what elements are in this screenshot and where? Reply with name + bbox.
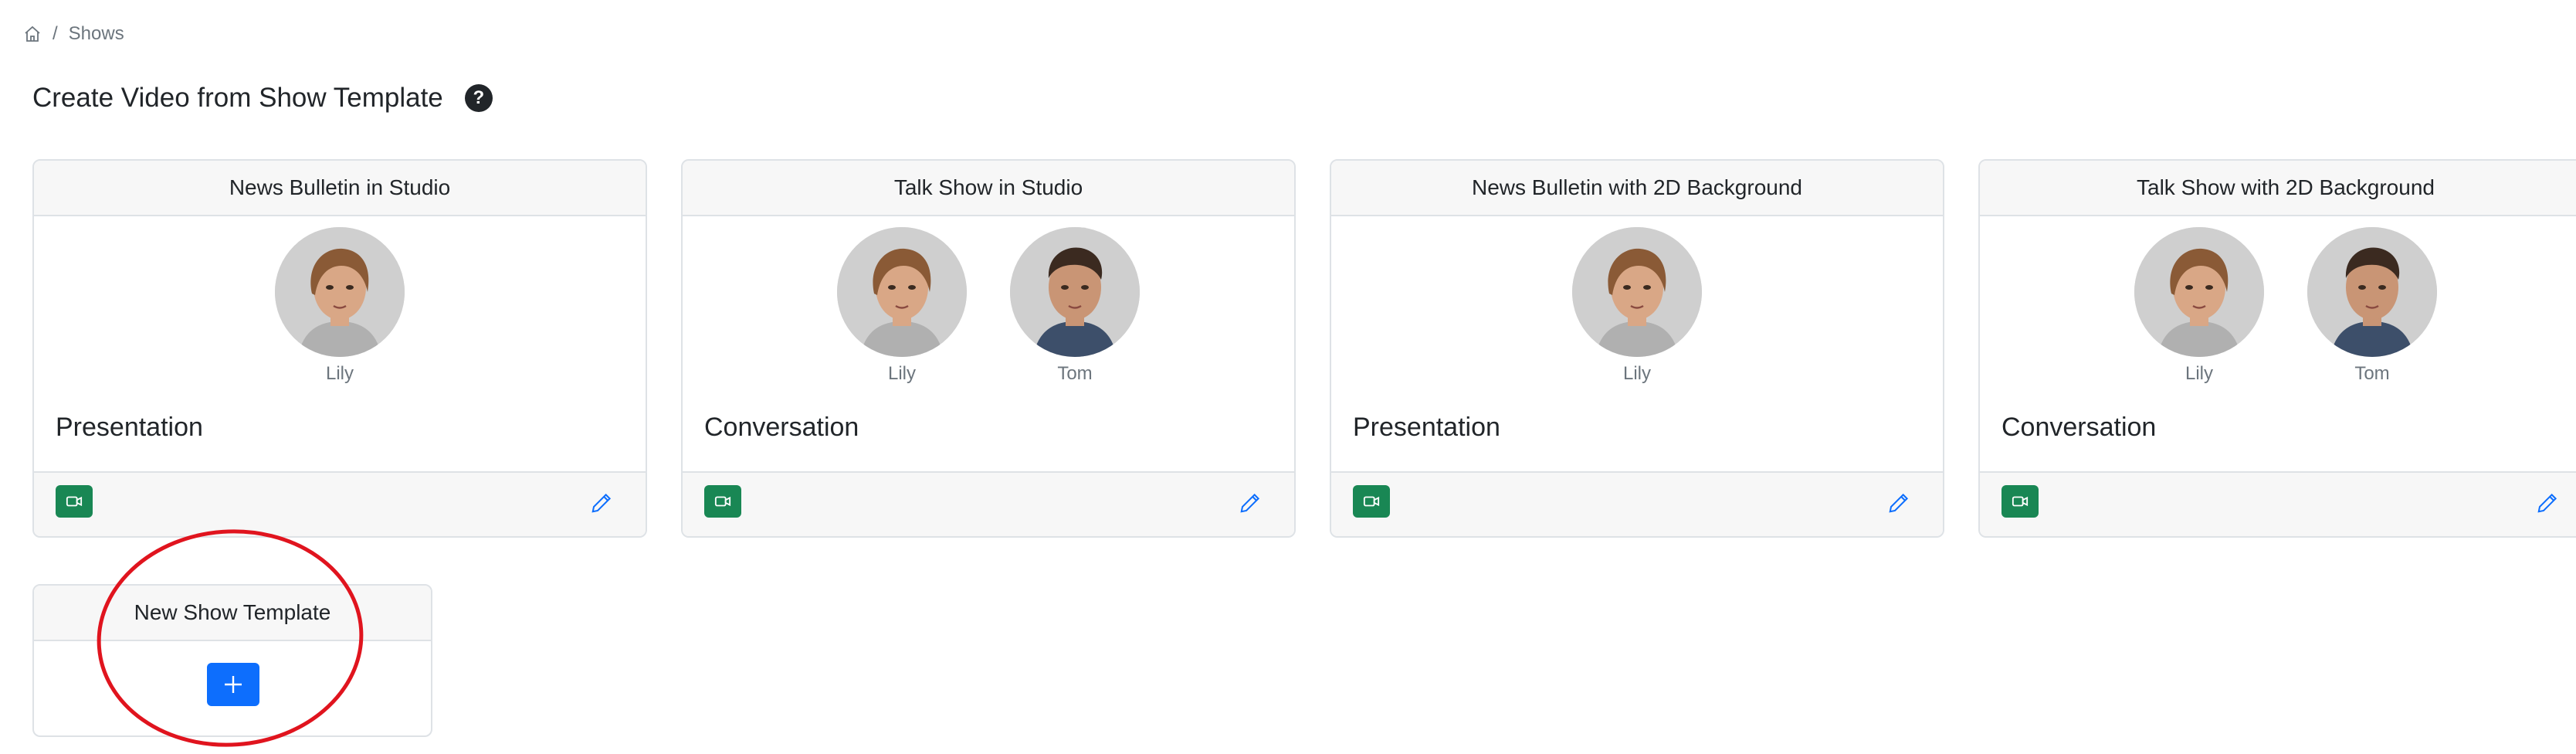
card-footer [1980, 471, 2576, 536]
add-show-template-button[interactable] [207, 663, 259, 706]
edit-template-button[interactable] [2534, 490, 2561, 516]
avatar-image [1010, 227, 1140, 357]
edit-template-button[interactable] [1237, 490, 1263, 516]
video-camera-icon [1363, 496, 1380, 507]
card-footer [1331, 471, 1943, 536]
page: / Shows Create Video from Show Template … [0, 0, 2576, 754]
avatar-lily: Lily [837, 227, 967, 386]
card-avatars: Lily Tom [1980, 227, 2576, 386]
pencil-icon [1889, 493, 1909, 513]
page-header: Create Video from Show Template ? [32, 77, 493, 119]
card-footer [683, 471, 1294, 536]
card-type: Presentation [1353, 413, 1500, 442]
avatar-lily: Lily [275, 227, 405, 386]
avatar-image [275, 227, 405, 357]
page-title: Create Video from Show Template [32, 83, 443, 113]
new-show-template-card: New Show Template [32, 584, 432, 737]
avatar-image [2307, 227, 2437, 357]
card-title: Talk Show with 2D Background [1980, 161, 2576, 216]
avatar-name: Tom [2354, 363, 2390, 384]
breadcrumb-separator: / [53, 23, 58, 44]
card-title: News Bulletin in Studio [34, 161, 646, 216]
video-camera-icon [66, 496, 83, 507]
avatar-name: Lily [325, 363, 354, 384]
pencil-icon [1240, 493, 1260, 513]
avatar-tom: Tom [2307, 227, 2437, 386]
plus-icon [225, 676, 242, 693]
avatar-tom: Tom [1010, 227, 1140, 386]
help-icon[interactable]: ? [464, 84, 493, 112]
card-avatars: Lily [34, 227, 646, 386]
show-template-card[interactable]: News Bulletin with 2D Background Lily Pr… [1330, 159, 1944, 538]
edit-template-button[interactable] [588, 490, 615, 516]
new-show-template-title: New Show Template [34, 586, 431, 641]
edit-template-button[interactable] [1886, 490, 1912, 516]
avatar-name: Lily [1622, 363, 1651, 384]
create-video-button[interactable] [1353, 485, 1390, 518]
card-avatars: Lily Tom [683, 227, 1294, 386]
avatar-name: Tom [1057, 363, 1093, 384]
show-template-card[interactable]: Talk Show in Studio Lily Tom Conversatio… [681, 159, 1296, 538]
card-type: Conversation [2001, 413, 2157, 442]
show-template-card[interactable]: Talk Show with 2D Background Lily Tom Co… [1978, 159, 2576, 538]
breadcrumb-current: Shows [68, 23, 124, 44]
avatar-name: Lily [2185, 363, 2213, 384]
show-template-card[interactable]: News Bulletin in Studio Lily Presentatio… [32, 159, 647, 538]
video-camera-icon [714, 496, 731, 507]
pencil-icon [2537, 493, 2557, 513]
card-title: Talk Show in Studio [683, 161, 1294, 216]
avatar-lily: Lily [1572, 227, 1702, 386]
card-avatars: Lily [1331, 227, 1943, 386]
card-type: Presentation [56, 413, 203, 442]
card-footer [34, 471, 646, 536]
avatar-image [1572, 227, 1702, 357]
create-video-button[interactable] [704, 485, 741, 518]
card-title: News Bulletin with 2D Background [1331, 161, 1943, 216]
create-video-button[interactable] [2001, 485, 2039, 518]
card-type: Conversation [704, 413, 859, 442]
pencil-icon [591, 493, 612, 513]
home-icon[interactable] [23, 25, 42, 43]
avatar-lily: Lily [2134, 227, 2264, 386]
avatar-name: Lily [887, 363, 916, 384]
avatar-image [837, 227, 967, 357]
avatar-image [2134, 227, 2264, 357]
create-video-button[interactable] [56, 485, 93, 518]
video-camera-icon [2012, 496, 2029, 507]
breadcrumb: / Shows [23, 20, 124, 48]
